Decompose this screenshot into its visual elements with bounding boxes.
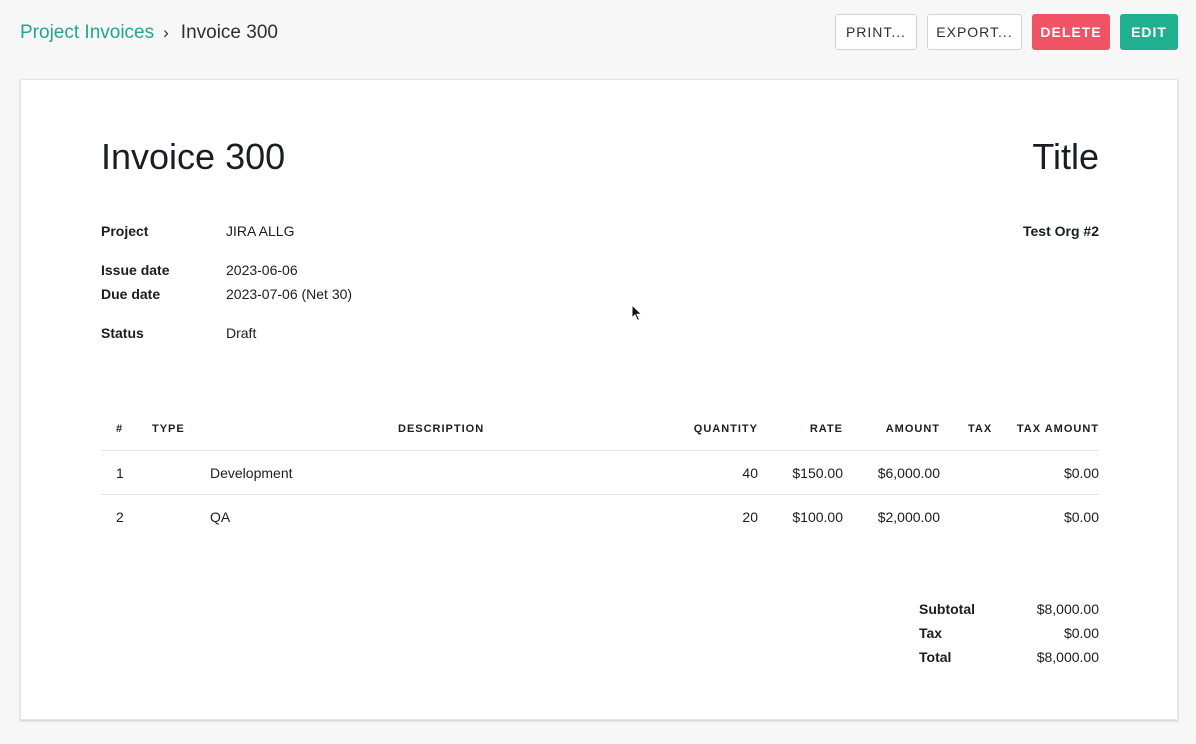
- print-button[interactable]: PRINT...: [835, 14, 917, 50]
- chevron-right-icon: ›: [163, 23, 169, 42]
- subtotal-label: Subtotal: [919, 601, 975, 617]
- invoice-card: Invoice 300 Title Test Org #2 Project JI…: [20, 79, 1178, 720]
- status-label: Status: [101, 325, 144, 341]
- mouse-cursor-icon: [631, 304, 643, 322]
- row-description: QA: [210, 509, 231, 525]
- tax-total-label: Tax: [919, 625, 943, 641]
- row-number: 2: [116, 509, 124, 525]
- issue-date-value: 2023-06-06: [226, 262, 298, 278]
- column-header-rate: RATE: [809, 423, 843, 435]
- column-header-amount: AMOUNT: [885, 423, 940, 435]
- project-label: Project: [101, 223, 149, 239]
- subtotal-value: $8,000.00: [1036, 601, 1099, 617]
- due-date-value: 2023-07-06 (Net 30): [226, 286, 353, 302]
- tax-total-value: $0.00: [1063, 625, 1099, 641]
- delete-button[interactable]: DELETE: [1032, 14, 1110, 50]
- top-bar: Project Invoices › Invoice 300 PRINT... …: [0, 0, 1196, 66]
- row-amount: $2,000.00: [877, 509, 940, 525]
- breadcrumb: Project Invoices › Invoice 300: [20, 20, 278, 46]
- table-divider: [101, 450, 1099, 451]
- column-header-quantity: QUANTITY: [693, 423, 758, 435]
- row-tax-amount: $0.00: [1063, 509, 1099, 525]
- organization-name: Test Org #2: [1023, 223, 1099, 239]
- edit-button[interactable]: EDIT: [1120, 14, 1178, 50]
- total-label: Total: [919, 649, 952, 665]
- status-value: Draft: [226, 325, 257, 341]
- breadcrumb-current: Invoice 300: [180, 22, 278, 43]
- project-value: JIRA ALLG: [226, 223, 295, 239]
- document-title: Title: [1032, 136, 1099, 177]
- breadcrumb-project-invoices-link[interactable]: Project Invoices: [20, 20, 154, 46]
- column-header-tax-amount: TAX AMOUNT: [1016, 423, 1099, 435]
- table-divider: [101, 494, 1099, 495]
- export-button[interactable]: EXPORT...: [927, 14, 1022, 50]
- total-value: $8,000.00: [1036, 649, 1099, 665]
- column-header-description: DESCRIPTION: [398, 423, 485, 435]
- row-number: 1: [116, 465, 124, 481]
- row-rate: $150.00: [792, 465, 843, 481]
- column-header-tax: TAX: [968, 423, 993, 435]
- row-quantity: 20: [742, 509, 758, 525]
- invoice-content: Invoice 300 Title Test Org #2 Project JI…: [101, 80, 1099, 721]
- due-date-label: Due date: [101, 286, 161, 302]
- column-header-type: TYPE: [152, 423, 185, 435]
- row-quantity: 40: [742, 465, 758, 481]
- row-description: Development: [210, 465, 293, 481]
- row-amount: $6,000.00: [877, 465, 940, 481]
- invoice-title: Invoice 300: [101, 136, 286, 177]
- row-tax-amount: $0.00: [1063, 465, 1099, 481]
- column-header-number: #: [116, 423, 124, 435]
- issue-date-label: Issue date: [101, 262, 170, 278]
- row-rate: $100.00: [792, 509, 843, 525]
- action-bar: PRINT... EXPORT... DELETE EDIT: [835, 14, 1178, 50]
